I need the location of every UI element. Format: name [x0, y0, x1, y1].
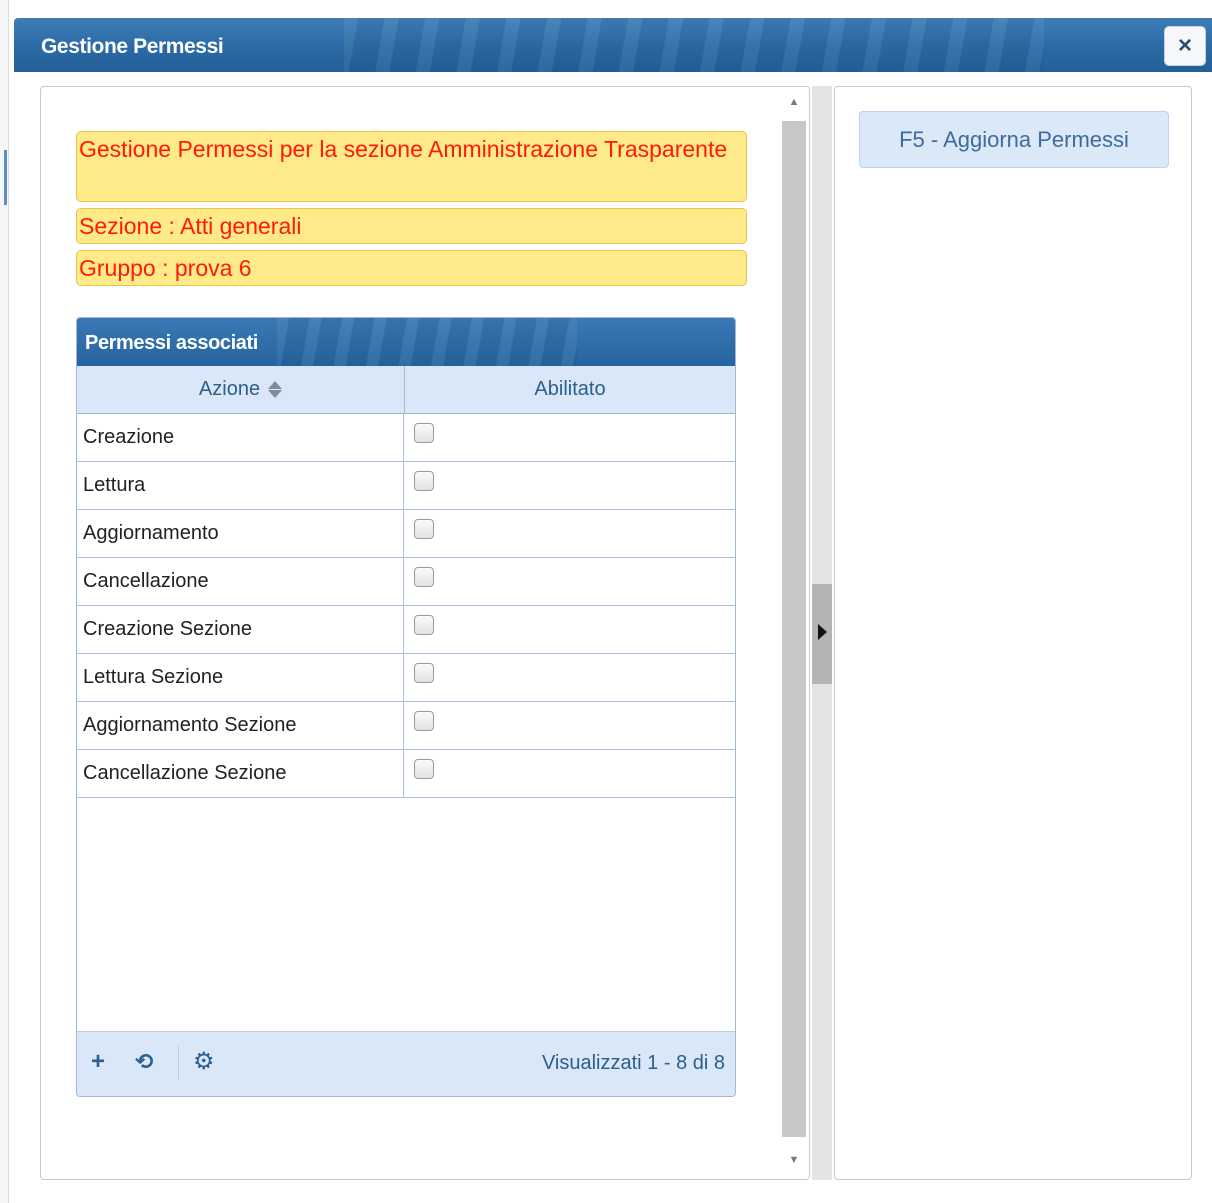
close-button[interactable]: ×	[1164, 26, 1206, 66]
column-header-label: Azione	[198, 378, 261, 400]
info-banner-section: Sezione : Atti generali	[76, 208, 747, 244]
dialog-title: Gestione Permessi	[41, 35, 224, 58]
abilitato-checkbox[interactable]	[414, 711, 434, 731]
close-icon: ×	[1177, 32, 1192, 59]
side-panel: F5 - Aggiorna Permessi	[834, 86, 1192, 1180]
refresh-permissions-button[interactable]: F5 - Aggiorna Permessi	[859, 111, 1169, 168]
cell-abilitato	[404, 462, 735, 509]
column-header-abilitato[interactable]: Abilitato	[405, 366, 735, 413]
abilitato-checkbox[interactable]	[414, 471, 434, 491]
abilitato-checkbox[interactable]	[414, 567, 434, 587]
cell-abilitato	[404, 510, 735, 557]
cell-abilitato	[404, 414, 735, 461]
cell-abilitato	[404, 702, 735, 749]
info-banner-group: Gruppo : prova 6	[76, 250, 747, 286]
sort-icon	[268, 381, 283, 398]
refresh-icon[interactable]: ⟲	[135, 1050, 153, 1074]
footer-divider	[178, 1046, 179, 1080]
permissions-grid: Permessi associati Azione Abilitato Crea…	[76, 317, 736, 1097]
scroll-down-arrow-icon[interactable]: ▼	[787, 1153, 801, 1167]
table-row[interactable]: Aggiornamento Sezione	[77, 702, 735, 750]
record-count: Visualizzati 1 - 8 di 8	[541, 1052, 725, 1074]
abilitato-checkbox[interactable]	[414, 519, 434, 539]
panel-splitter[interactable]	[812, 86, 832, 1180]
cell-azione: Aggiornamento	[77, 510, 404, 557]
grid-caption-bar: Permessi associati	[77, 318, 735, 366]
main-panel: Gestione Permessi per la sezione Amminis…	[40, 86, 810, 1180]
column-header-azione[interactable]: Azione	[77, 366, 405, 413]
table-row[interactable]: Cancellazione Sezione	[77, 750, 735, 798]
background-accent	[4, 150, 7, 205]
cell-abilitato	[404, 654, 735, 701]
table-row[interactable]: Lettura Sezione	[77, 654, 735, 702]
cell-azione: Creazione	[77, 414, 404, 461]
cell-azione: Lettura	[77, 462, 404, 509]
cell-azione: Cancellazione	[77, 558, 404, 605]
column-header-label: Abilitato	[534, 378, 606, 400]
grid-caption: Permessi associati	[85, 332, 258, 354]
background-edge	[0, 0, 9, 1203]
cell-azione: Lettura Sezione	[77, 654, 404, 701]
cell-azione: Aggiornamento Sezione	[77, 702, 404, 749]
cell-azione: Cancellazione Sezione	[77, 750, 404, 797]
table-row[interactable]: Creazione Sezione	[77, 606, 735, 654]
cell-abilitato	[404, 606, 735, 653]
cell-abilitato	[404, 558, 735, 605]
dialog-titlebar: Gestione Permessi ×	[14, 18, 1212, 72]
settings-gear-icon[interactable]: ⚙	[193, 1050, 215, 1074]
grid-header: Azione Abilitato	[77, 366, 735, 414]
grid-body: Creazione Lettura Aggiornamento Cancellazio…	[77, 414, 735, 798]
scrollbar-thumb[interactable]	[782, 121, 806, 1137]
info-banner-title: Gestione Permessi per la sezione Amminis…	[76, 131, 747, 202]
abilitato-checkbox[interactable]	[414, 423, 434, 443]
expand-arrow-icon	[818, 624, 827, 640]
abilitato-checkbox[interactable]	[414, 663, 434, 683]
abilitato-checkbox[interactable]	[414, 615, 434, 635]
table-row[interactable]: Aggiornamento	[77, 510, 735, 558]
table-row[interactable]: Lettura	[77, 462, 735, 510]
cell-abilitato	[404, 750, 735, 797]
table-row[interactable]: Creazione	[77, 414, 735, 462]
abilitato-checkbox[interactable]	[414, 759, 434, 779]
grid-footer: + ⟲ ⚙ Visualizzati 1 - 8 di 8	[77, 1031, 735, 1096]
cell-azione: Creazione Sezione	[77, 606, 404, 653]
add-icon[interactable]: +	[91, 1050, 105, 1074]
vertical-scrollbar[interactable]: ▲ ▼	[779, 87, 809, 1179]
table-row[interactable]: Cancellazione	[77, 558, 735, 606]
scroll-up-arrow-icon[interactable]: ▲	[787, 95, 801, 109]
titlebar-texture	[344, 18, 1044, 72]
splitter-toggle[interactable]	[812, 584, 832, 684]
